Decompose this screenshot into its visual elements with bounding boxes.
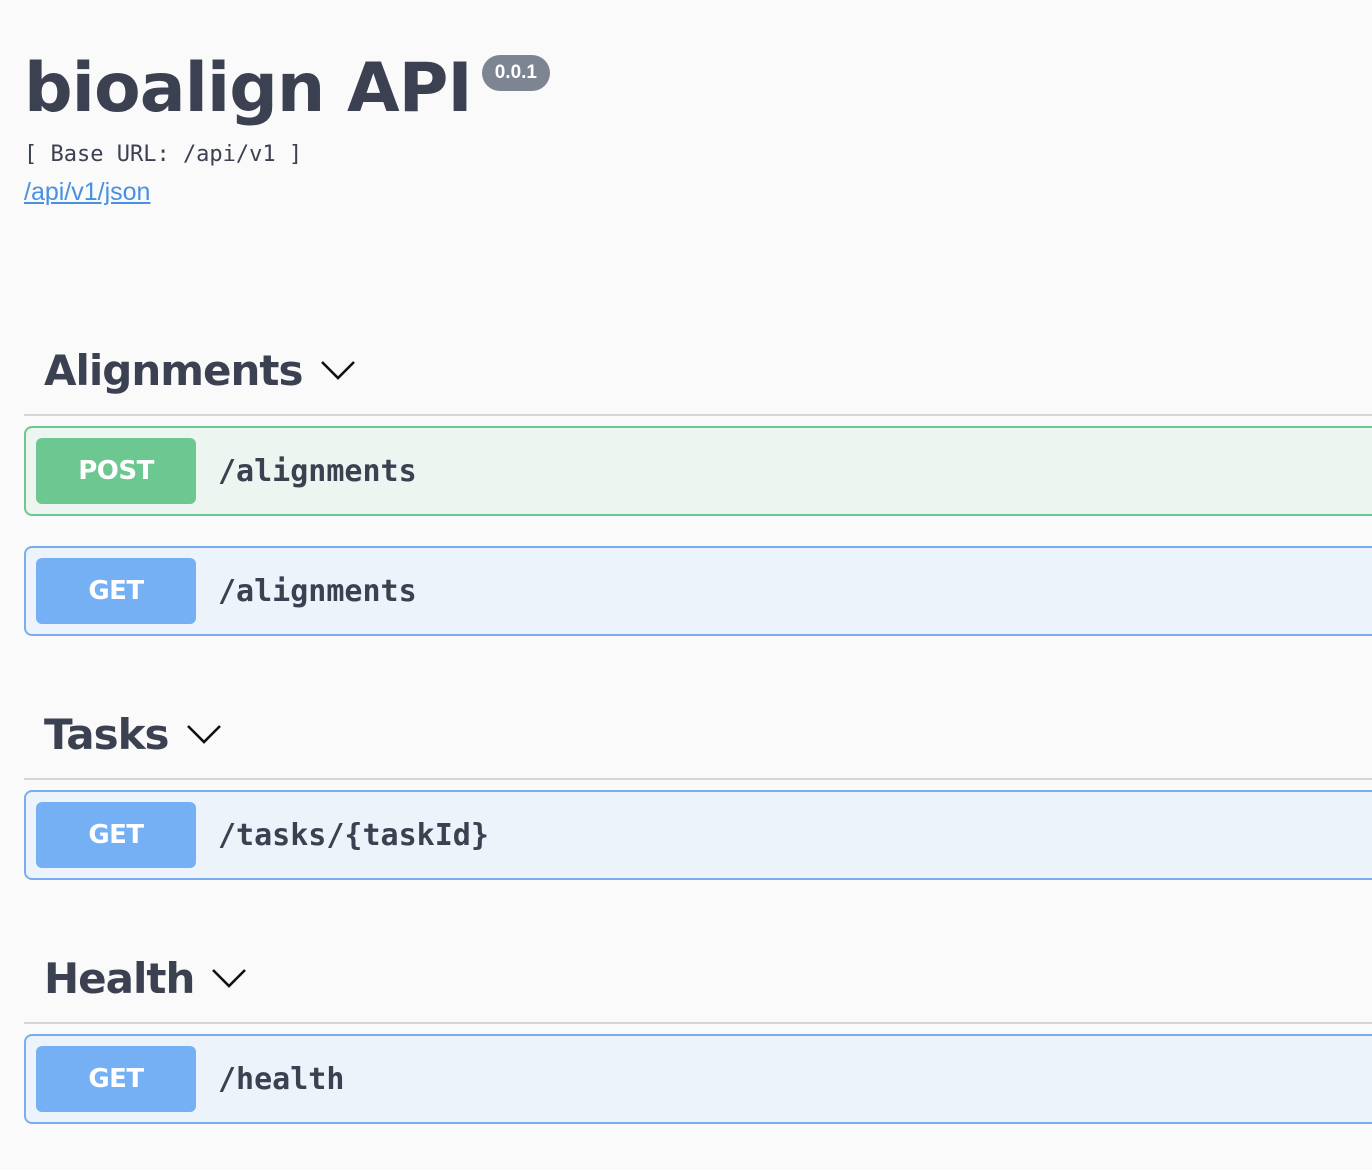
chevron-down-icon[interactable] [185, 723, 223, 745]
tag-header-tasks[interactable]: Tasks [24, 690, 1372, 780]
operation-get-alignments[interactable]: GET /alignments [24, 546, 1372, 636]
tag-name: Health [44, 953, 195, 1003]
chevron-down-icon[interactable] [210, 967, 248, 989]
tag-header-alignments[interactable]: Alignments [24, 326, 1372, 416]
operation-get-task-by-id[interactable]: GET /tasks/{taskId} [24, 790, 1372, 880]
method-badge: GET [36, 558, 196, 624]
tag-section-alignments: Alignments POST /alignments GET /alignme… [24, 326, 1372, 636]
method-badge: POST [36, 438, 196, 504]
title-row: bioalign API 0.0.1 [24, 46, 1324, 132]
method-badge: GET [36, 1046, 196, 1112]
operation-get-health[interactable]: GET /health [24, 1034, 1372, 1124]
operation-path: /alignments [218, 573, 417, 609]
operation-path: /health [218, 1061, 345, 1097]
operation-path: /alignments [218, 453, 417, 489]
chevron-down-icon[interactable] [319, 359, 357, 381]
tag-header-health[interactable]: Health [24, 934, 1372, 1024]
api-info: bioalign API 0.0.1 [ Base URL: /api/v1 ]… [24, 46, 1324, 207]
tag-section-health: Health GET /health [24, 934, 1372, 1124]
operation-post-alignments[interactable]: POST /alignments [24, 426, 1372, 516]
version-badge: 0.0.1 [481, 55, 550, 91]
method-badge: GET [36, 802, 196, 868]
base-url: [ Base URL: /api/v1 ] [24, 142, 303, 167]
tag-name: Tasks [44, 709, 170, 759]
spec-json-link[interactable]: /api/v1/json [24, 178, 150, 207]
tag-section-tasks: Tasks GET /tasks/{taskId} [24, 690, 1372, 880]
api-title: bioalign API [24, 49, 473, 128]
tag-name: Alignments [44, 345, 303, 395]
operation-path: /tasks/{taskId} [218, 817, 489, 853]
